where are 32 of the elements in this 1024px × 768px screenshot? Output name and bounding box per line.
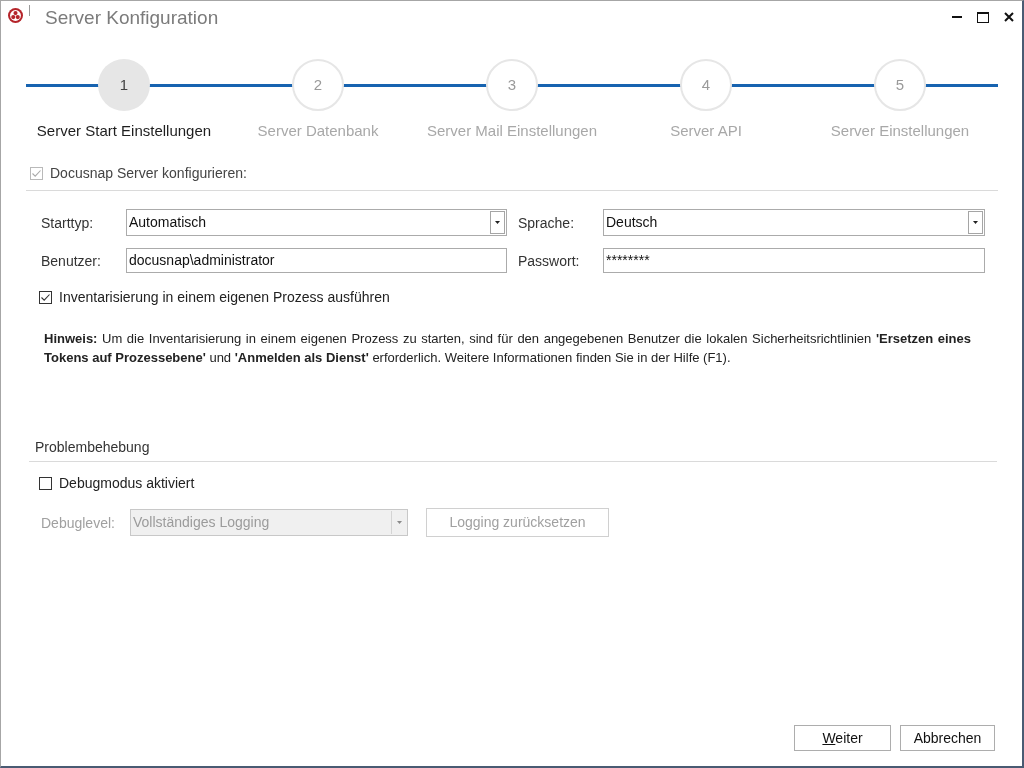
dialog-button[interactable]: Abbrechen — [900, 725, 995, 751]
checkbox-label: Inventarisierung in einem eigenen Prozess ausführen — [59, 288, 390, 306]
app-logo-icon — [8, 8, 23, 23]
note-text: Hinweis: Um die Inventarisierung in einem eigenen Prozess zu starten, sind für den angegebenen Benutzer die lokalen Sicherheitsrichtlinien 'Ersetzen eines Tokens auf Prozessebene' und 'Anmelden als Dienst' erforderlich. Weitere Informationen finden Sie in der Hilfe (F1). — [44, 330, 971, 367]
maximize-icon[interactable] — [977, 12, 989, 23]
field-label: Debuglevel: — [41, 513, 116, 532]
step-label: Server Einstellungen — [830, 121, 970, 141]
field-label: Benutzer: — [41, 251, 102, 270]
close-icon[interactable] — [1004, 12, 1014, 22]
checkbox-label: Docusnap Server konfigurieren: — [50, 164, 247, 182]
caret-icon — [396, 521, 402, 524]
section-title: Problembehebung — [35, 438, 150, 456]
caret-icon — [495, 221, 500, 224]
dropdown-field[interactable]: Deutsch — [603, 209, 985, 236]
field-label: Sprache: — [517, 213, 576, 232]
checkbox[interactable] — [39, 476, 52, 490]
field-label: Passwort: — [517, 251, 581, 270]
step-label: Server API — [670, 121, 742, 141]
dropdown-button[interactable] — [968, 211, 983, 234]
dropdown-button[interactable] — [490, 211, 505, 234]
field-label: Starttyp: — [41, 213, 95, 232]
password-field[interactable]: ******** — [603, 248, 985, 273]
caret-icon — [973, 221, 978, 224]
dropdown-field[interactable]: Automatisch — [126, 209, 507, 236]
checked-checkbox[interactable] — [39, 290, 52, 304]
window-title: Server Konfiguration — [45, 6, 219, 30]
step-label: Server Mail Einstellungen — [426, 121, 598, 141]
text-field[interactable]: docusnap\administrator — [126, 248, 507, 273]
checkbox-label: Debugmodus aktiviert — [59, 474, 195, 492]
step-label: Server Datenbank — [257, 121, 379, 141]
step-label: Server Start Einstellungen — [36, 121, 212, 141]
dialog-button[interactable]: Weiter — [794, 725, 891, 751]
